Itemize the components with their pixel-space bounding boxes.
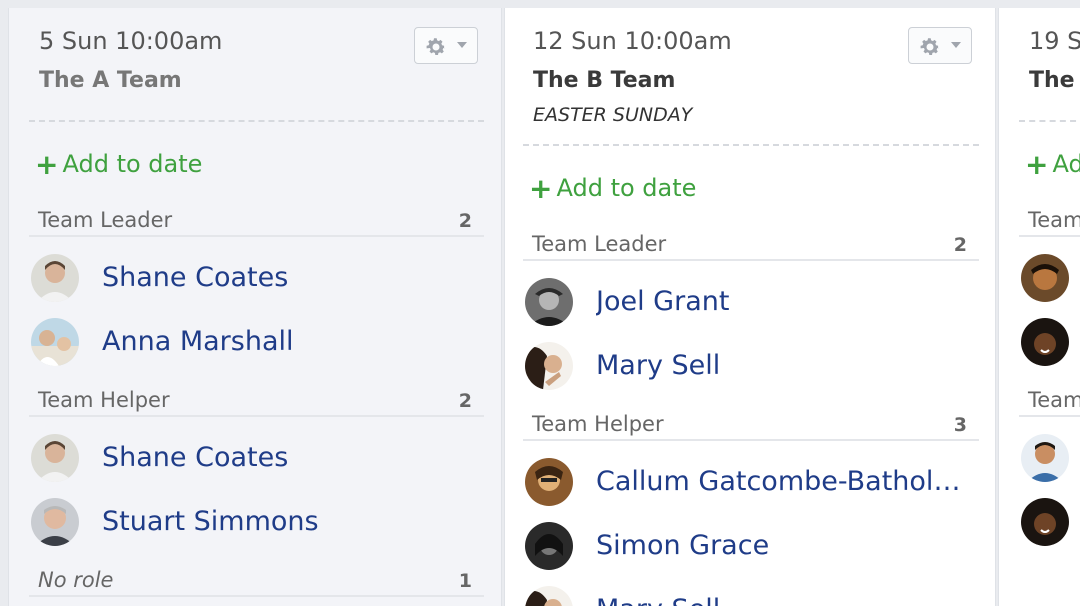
person-row[interactable]: Mary Sell xyxy=(523,586,979,606)
caret-down-icon xyxy=(951,42,961,48)
person-name[interactable]: Mary Sell xyxy=(596,350,720,381)
plus-icon: + xyxy=(529,172,553,205)
date-column: 19 S The C +Ad Team Team xyxy=(998,8,1080,606)
gear-icon xyxy=(920,38,940,55)
role-name: No role xyxy=(38,568,114,592)
date-time: 12 Sun 10:00am xyxy=(533,27,732,55)
role-name: Team Leader xyxy=(532,232,667,256)
role-header: Team xyxy=(1019,382,1080,417)
date-note: EASTER SUNDAY xyxy=(533,104,693,126)
role-count: 2 xyxy=(953,234,967,256)
role-header-no-role: No role 1 xyxy=(29,562,484,597)
divider xyxy=(523,144,979,146)
role-count: 3 xyxy=(953,414,967,436)
person-row[interactable]: Mary Sell xyxy=(523,342,979,390)
role-count: 1 xyxy=(458,570,472,592)
date-column: 5 Sun 10:00am The A Team + Add to date Te… xyxy=(8,8,502,606)
role-name: Team Helper xyxy=(532,412,664,436)
plus-icon: + xyxy=(1025,148,1049,181)
gear-icon xyxy=(426,38,446,55)
person-name[interactable]: Shane Coates xyxy=(102,262,288,293)
avatar xyxy=(1021,254,1069,302)
avatar xyxy=(1021,434,1069,482)
date-column: 12 Sun 10:00am The B Team EASTER SUNDAY … xyxy=(504,8,996,606)
divider xyxy=(29,120,484,122)
role-header-team-leader: Team Leader 2 xyxy=(523,226,979,261)
person-row[interactable] xyxy=(1019,498,1080,546)
person-name[interactable]: Simon Grace xyxy=(596,530,769,561)
role-count: 2 xyxy=(458,210,472,232)
avatar xyxy=(525,278,573,326)
person-row[interactable]: Shane Coates xyxy=(29,434,484,482)
add-to-date-label: Add to date xyxy=(62,150,203,178)
person-row[interactable]: Anna Marshall xyxy=(29,318,484,366)
avatar xyxy=(525,342,573,390)
add-to-date-label: Ad xyxy=(1052,150,1080,178)
settings-dropdown-button[interactable] xyxy=(908,27,972,64)
person-row[interactable]: Stuart Simmons xyxy=(29,498,484,546)
role-name: Team Helper xyxy=(38,388,170,412)
person-name[interactable]: Callum Gatcombe-Batholo... xyxy=(596,466,971,497)
person-row[interactable] xyxy=(1019,254,1080,302)
role-header: Team xyxy=(1019,202,1080,237)
avatar xyxy=(1021,318,1069,366)
divider xyxy=(1019,120,1080,122)
role-name: Team xyxy=(1028,208,1080,232)
person-row[interactable]: Joel Grant xyxy=(523,278,979,326)
team-name: The C xyxy=(1029,68,1080,93)
add-to-date-button[interactable]: + Add to date xyxy=(529,172,696,205)
avatar xyxy=(31,318,79,366)
team-name: The B Team xyxy=(533,68,676,93)
avatar xyxy=(31,254,79,302)
person-row[interactable]: Callum Gatcombe-Batholo... xyxy=(523,458,979,506)
role-name: Team Leader xyxy=(38,208,173,232)
person-name[interactable]: Mary Sell xyxy=(596,594,720,606)
add-to-date-label: Add to date xyxy=(556,174,697,202)
person-row[interactable] xyxy=(1019,318,1080,366)
avatar xyxy=(525,458,573,506)
role-header-team-helper: Team Helper 2 xyxy=(29,382,484,417)
role-count: 2 xyxy=(458,390,472,412)
avatar xyxy=(1021,498,1069,546)
role-header-team-helper: Team Helper 3 xyxy=(523,406,979,441)
avatar xyxy=(525,586,573,606)
caret-down-icon xyxy=(457,42,467,48)
person-name[interactable]: Shane Coates xyxy=(102,442,288,473)
person-name[interactable]: Stuart Simmons xyxy=(102,506,319,537)
add-to-date-button[interactable]: +Ad xyxy=(1025,148,1080,181)
person-row[interactable]: Shane Coates xyxy=(29,254,484,302)
plus-icon: + xyxy=(35,148,59,181)
person-row[interactable] xyxy=(1019,434,1080,482)
person-name[interactable]: Anna Marshall xyxy=(102,326,294,357)
date-time: 19 S xyxy=(1029,27,1080,55)
role-name: Team xyxy=(1028,388,1080,412)
avatar xyxy=(31,498,79,546)
person-row[interactable]: Simon Grace xyxy=(523,522,979,570)
team-name: The A Team xyxy=(39,68,182,93)
role-header-team-leader: Team Leader 2 xyxy=(29,202,484,237)
date-time: 5 Sun 10:00am xyxy=(39,27,223,55)
person-name[interactable]: Joel Grant xyxy=(596,286,729,317)
avatar xyxy=(525,522,573,570)
add-to-date-button[interactable]: + Add to date xyxy=(35,148,202,181)
settings-dropdown-button[interactable] xyxy=(414,27,478,64)
avatar xyxy=(31,434,79,482)
